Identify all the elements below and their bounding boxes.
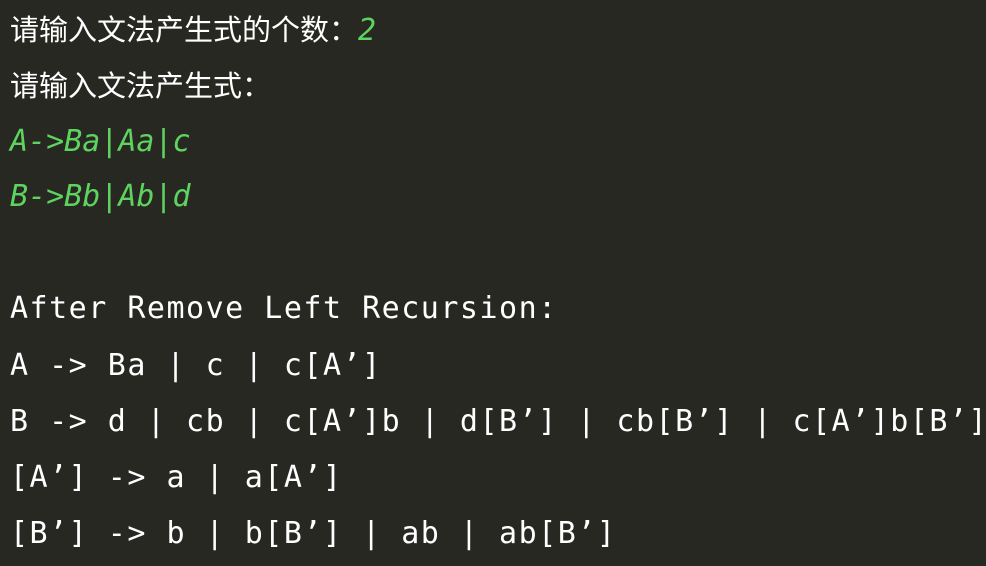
terminal-output: 请输入文法产生式的个数：2 请输入文法产生式： A->Ba|Aa|c B->Bb…	[10, 0, 986, 566]
count-prompt-line: 请输入文法产生式的个数：2	[10, 10, 376, 50]
production-input-1: A->Ba|Aa|c	[10, 124, 191, 159]
count-input-value: 2	[358, 13, 377, 48]
result-line-1: A -> Ba | c | c[A’]	[10, 348, 382, 383]
count-prompt: 请输入文法产生式的个数：	[10, 13, 359, 47]
productions-prompt: 请输入文法产生式：	[10, 69, 272, 103]
result-line-2: B -> d | cb | c[A’]b | d[B’] | cb[B’] | …	[10, 404, 986, 439]
result-header: After Remove Left Recursion:	[10, 291, 558, 326]
result-line-4: [B’] -> b | b[B’] | ab | ab[B’]	[10, 516, 617, 551]
result-line-3: [A’] -> a | a[A’]	[10, 460, 343, 495]
production-input-2: B->Bb|Ab|d	[10, 179, 191, 214]
